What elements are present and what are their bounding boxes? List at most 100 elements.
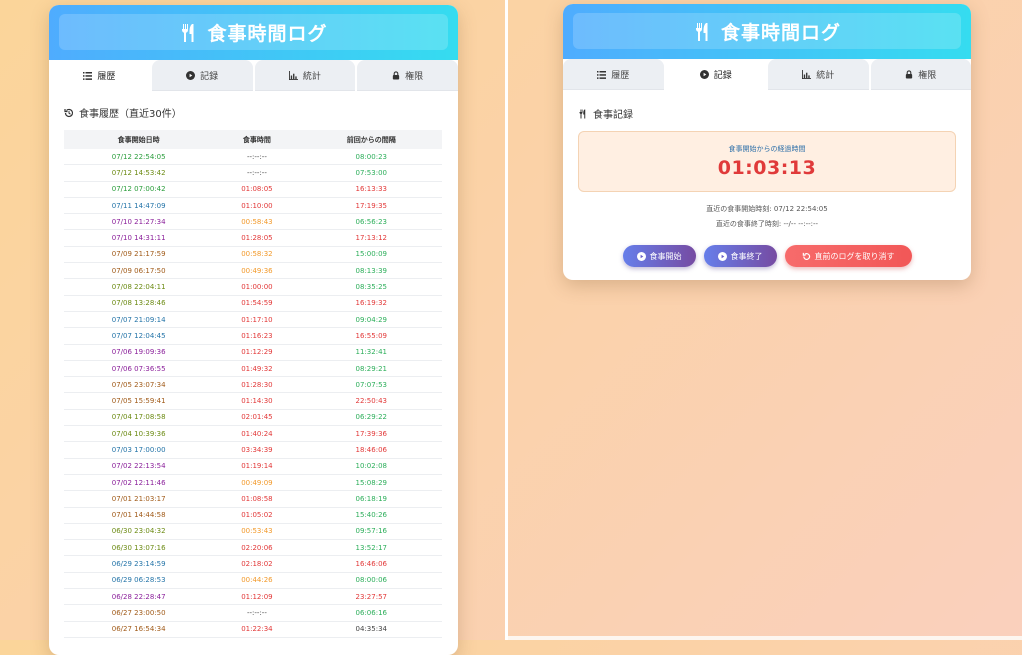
row-start-time: 07/07 12:04:45 xyxy=(64,327,214,345)
row-start-time: 07/12 22:54:05 xyxy=(64,149,214,166)
tab-record-label: 記録 xyxy=(200,72,219,82)
table-row: 07/06 19:09:36 01:12:29 11:32:41 xyxy=(64,344,442,361)
app-title-right: 食事時間ログ xyxy=(720,22,841,44)
row-interval: 09:04:29 xyxy=(300,311,442,329)
row-start-time: 07/02 12:11:46 xyxy=(64,474,214,492)
tab-record[interactable]: 記録 xyxy=(151,60,253,91)
play-circle-icon xyxy=(186,71,196,80)
col-duration: 食事時間 xyxy=(213,130,301,149)
app-title: 食事時間ログ xyxy=(207,23,328,45)
row-start-time: 07/10 14:31:11 xyxy=(64,229,214,247)
tab-stats[interactable]: 統計 xyxy=(254,60,356,91)
row-duration: 03:34:39 xyxy=(213,441,301,459)
history-table: 食事開始日時 食事時間 前回からの間隔 07/12 22:54:05 --:--:… xyxy=(64,130,442,638)
lock-icon xyxy=(392,71,400,80)
utensils-icon xyxy=(693,22,713,42)
table-row: 06/28 22:28:47 01:12:09 23:27:57 xyxy=(64,588,442,606)
row-duration: 01:19:14 xyxy=(213,458,301,475)
row-start-time: 07/01 21:03:17 xyxy=(64,490,214,508)
table-row: 06/27 16:54:34 01:22:34 04:35:34 xyxy=(64,621,442,638)
row-interval: 13:52:17 xyxy=(300,539,442,557)
row-start-time: 06/28 22:28:47 xyxy=(64,588,214,606)
row-interval: 08:00:23 xyxy=(300,149,442,166)
tab-stats[interactable]: 統計 xyxy=(768,59,869,90)
tab-record[interactable]: 記録 xyxy=(665,59,766,90)
row-start-time: 07/09 06:17:50 xyxy=(64,262,214,280)
row-interval: 17:19:35 xyxy=(300,197,442,215)
row-interval: 18:46:06 xyxy=(300,441,442,459)
table-row: 07/06 07:36:55 01:49:32 08:29:21 xyxy=(64,360,442,378)
table-row: 07/05 15:59:41 01:14:30 22:50:43 xyxy=(64,392,442,410)
row-start-time: 06/27 16:54:34 xyxy=(64,621,214,638)
history-rows: 07/12 22:54:05 --:--:-- 08:00:23 07/12 14:5… xyxy=(64,149,442,638)
row-duration: 01:12:29 xyxy=(213,344,301,361)
row-start-time: 07/06 19:09:36 xyxy=(64,344,214,361)
app-header: 食事時間ログ xyxy=(49,5,458,60)
row-duration: 02:01:45 xyxy=(213,409,301,427)
play-circle-icon xyxy=(699,70,709,79)
chart-icon xyxy=(802,70,812,79)
row-interval: 15:08:29 xyxy=(300,474,442,492)
table-row: 07/04 17:08:58 02:01:45 06:29:22 xyxy=(64,409,442,427)
end-meal-button[interactable]: 食事終了 xyxy=(703,245,777,267)
table-row: 06/29 23:14:59 02:18:02 16:46:06 xyxy=(64,555,442,573)
bottom-edge xyxy=(508,636,1022,640)
tab-permissions[interactable]: 権限 xyxy=(357,60,458,91)
row-interval: 22:50:43 xyxy=(300,392,442,410)
row-start-time: 07/05 23:07:34 xyxy=(64,376,214,394)
table-row: 06/27 23:00:50 --:--:-- 06:06:16 xyxy=(64,604,442,622)
row-duration: 00:58:43 xyxy=(213,213,301,231)
row-start-time: 07/11 14:47:09 xyxy=(64,197,214,215)
undo-icon xyxy=(802,252,810,260)
row-duration: 01:28:05 xyxy=(213,229,301,247)
record-section: 食事記録 食事開始からの経過時間 01:03:13 直近の食事開始時刻: 07/… xyxy=(563,90,971,267)
table-row: 07/01 21:03:17 01:08:58 06:18:19 xyxy=(64,490,442,508)
row-interval: 04:35:34 xyxy=(300,621,442,638)
row-interval: 09:57:16 xyxy=(300,523,442,541)
history-icon xyxy=(64,108,74,117)
table-row: 06/29 06:28:53 00:44:26 08:00:06 xyxy=(64,572,442,590)
row-interval: 11:32:41 xyxy=(300,344,442,361)
row-start-time: 07/08 13:28:46 xyxy=(64,295,214,312)
undo-last-log-button[interactable]: 直前のログを取り消す xyxy=(784,245,912,267)
row-interval: 06:29:22 xyxy=(300,409,442,427)
table-row: 07/11 14:47:09 01:10:00 17:19:35 xyxy=(64,197,442,215)
table-row: 07/08 13:28:46 01:54:59 16:19:32 xyxy=(64,295,442,312)
tab-history[interactable]: 履歴 xyxy=(563,59,664,90)
table-row: 07/07 21:09:14 01:17:10 09:04:29 xyxy=(64,311,442,329)
start-meal-button[interactable]: 食事開始 xyxy=(622,245,696,267)
row-duration: 01:40:24 xyxy=(213,425,301,443)
table-row: 07/09 21:17:59 00:58:32 15:00:09 xyxy=(64,246,442,264)
chart-icon xyxy=(288,71,298,80)
row-interval: 16:46:06 xyxy=(300,555,442,573)
play-circle-icon xyxy=(636,251,646,261)
tab-permissions[interactable]: 権限 xyxy=(870,59,971,90)
table-row: 07/01 14:44:58 01:05:02 15:40:26 xyxy=(64,507,442,524)
row-start-time: 07/08 22:04:11 xyxy=(64,278,214,296)
row-start-time: 07/01 14:44:58 xyxy=(64,507,214,524)
row-interval: 23:27:57 xyxy=(300,588,442,606)
row-start-time: 07/12 07:00:42 xyxy=(64,181,214,198)
lock-icon xyxy=(906,70,913,79)
row-start-time: 07/06 07:36:55 xyxy=(64,360,214,378)
table-row: 07/05 23:07:34 01:28:30 07:07:53 xyxy=(64,376,442,394)
row-duration: 01:16:23 xyxy=(213,327,301,345)
table-row: 07/10 14:31:11 01:28:05 17:13:12 xyxy=(64,229,442,247)
row-start-time: 07/02 22:13:54 xyxy=(64,458,214,475)
row-interval: 07:53:00 xyxy=(300,164,442,182)
row-duration: 01:54:59 xyxy=(213,295,301,312)
row-duration: 00:53:43 xyxy=(213,523,301,541)
row-interval: 17:39:36 xyxy=(300,425,442,443)
row-start-time: 06/29 23:14:59 xyxy=(64,555,214,573)
tab-history[interactable]: 履歴 xyxy=(49,60,150,91)
row-duration: --:--:-- xyxy=(213,164,301,182)
row-interval: 10:02:08 xyxy=(300,458,442,475)
col-start-time: 食事開始日時 xyxy=(64,130,214,149)
row-duration: 01:05:02 xyxy=(213,507,301,524)
record-title: 食事記録 xyxy=(578,106,956,121)
row-duration: 02:20:06 xyxy=(213,539,301,557)
table-row: 07/12 07:00:42 01:08:05 16:13:33 xyxy=(64,181,442,198)
table-row: 07/07 12:04:45 01:16:23 16:55:09 xyxy=(64,327,442,345)
table-row: 07/08 22:04:11 01:00:00 08:35:25 xyxy=(64,278,442,296)
row-interval: 15:40:26 xyxy=(300,507,442,524)
